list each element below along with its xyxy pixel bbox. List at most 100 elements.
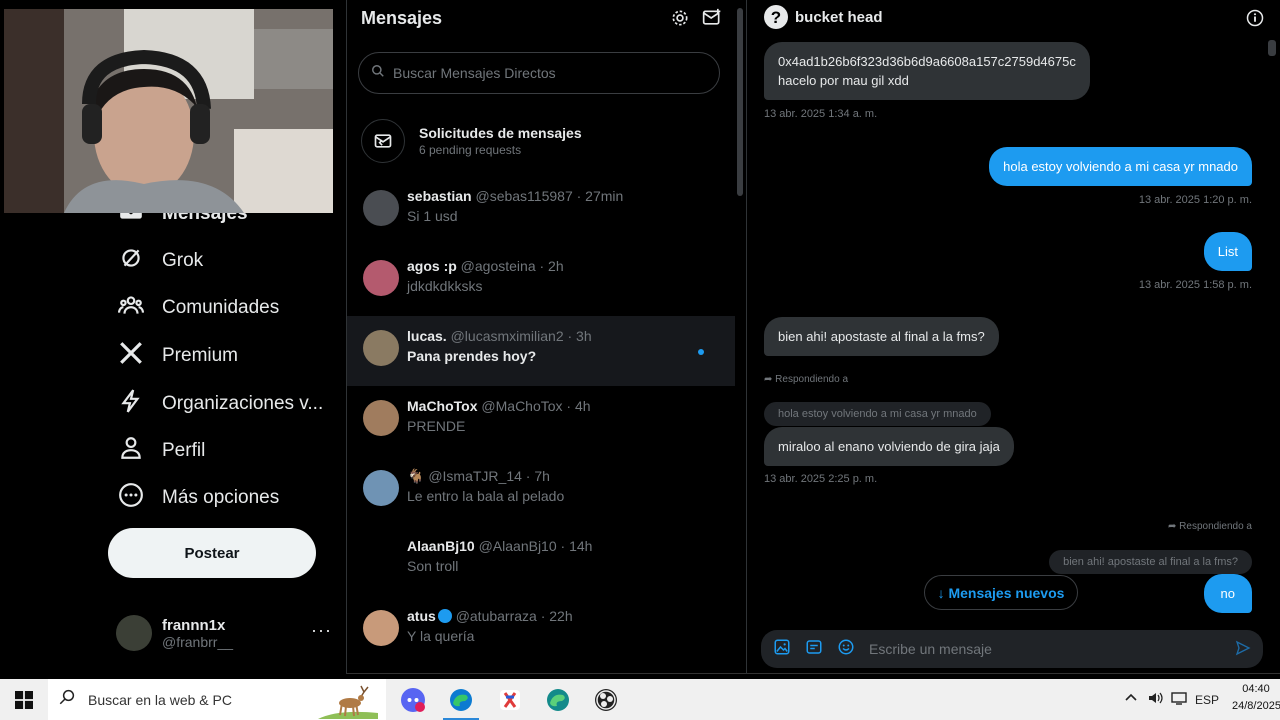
conversation-handle: @atubarraza · 22h	[455, 608, 573, 624]
message-timestamp: 13 abr. 2025 2:25 p. m.	[764, 473, 878, 485]
avatar	[363, 610, 399, 646]
conversation-preview: Son troll	[407, 558, 459, 574]
gear-icon[interactable]	[670, 8, 690, 28]
send-icon[interactable]	[1235, 640, 1251, 661]
conversation-title[interactable]: bucket head	[795, 9, 883, 26]
conversation-name: agos :p	[407, 258, 457, 274]
quoted-message[interactable]: bien ahi! apostaste al final a la fms?	[1049, 550, 1252, 574]
conversation-handle: @agosteina · 2h	[460, 258, 564, 274]
system-clock[interactable]: 04:40 24/8/2025	[1232, 681, 1280, 715]
taskbar-search[interactable]: Buscar en la web & PC	[48, 679, 386, 720]
more-icon[interactable]: ···	[311, 620, 332, 641]
network-icon[interactable]	[1171, 690, 1187, 709]
reply-arrow-icon: ➦	[764, 374, 776, 385]
nav-item-organizations[interactable]: Organizaciones v...	[118, 384, 323, 424]
question-avatar-icon[interactable]: ?	[763, 4, 789, 35]
messages-title: Mensajes	[361, 8, 443, 28]
system-tray: ESP	[1125, 679, 1231, 720]
conversation-name: atus	[407, 608, 436, 624]
discord-app-icon[interactable]	[389, 679, 437, 720]
scrollbar[interactable]	[1268, 40, 1276, 56]
edge-dev-app-icon[interactable]	[534, 679, 582, 720]
conversation-item[interactable]: sebastian @sebas115987 · 27min Si 1 usd	[347, 176, 735, 246]
avatar	[363, 190, 399, 226]
nav-item-profile[interactable]: Perfil	[118, 431, 205, 471]
windows-taskbar: Buscar en la web & PC ESP 04:40 24/8/202…	[0, 679, 1280, 720]
conversation-item[interactable]: 🐐 @IsmaTJR_14 · 7h Le entro la bala al p…	[347, 456, 735, 526]
nav-item-communities[interactable]: Comunidades	[118, 288, 279, 328]
emoji-icon[interactable]	[837, 638, 855, 661]
windows-start-icon[interactable]	[0, 679, 48, 720]
edge-app-icon[interactable]	[437, 679, 485, 720]
message-requests[interactable]: Solicitudes de mensajes 6 pending reques…	[347, 112, 731, 170]
conversation-item[interactable]: atus @atubarraza · 22h Y la quería	[347, 596, 735, 666]
message-input[interactable]	[869, 641, 1219, 657]
verified-badge-icon	[437, 609, 452, 623]
conversation-preview: PRENDE	[407, 418, 466, 434]
unread-dot-icon	[698, 349, 704, 355]
webcam-overlay	[4, 9, 333, 213]
grok-icon	[118, 245, 144, 277]
conversation-item[interactable]: AlaanBj10 @AlaanBj10 · 14h Son troll	[347, 526, 735, 596]
post-button[interactable]: Postear	[108, 528, 316, 578]
conversation-header: ? bucket head	[747, 0, 1280, 36]
person-icon	[118, 435, 144, 467]
conversation-handle: @MaChoTox · 4h	[481, 398, 591, 414]
avatar	[363, 470, 399, 506]
conversation-item-active[interactable]: lucas. @lucasmximilian2 · 3h Pana prende…	[347, 316, 735, 386]
requests-count: 6 pending requests	[419, 143, 522, 157]
volume-icon[interactable]	[1147, 690, 1163, 709]
message-outgoing[interactable]: no	[1203, 574, 1252, 613]
nav-item-grok[interactable]: Grok	[118, 241, 203, 281]
message-incoming[interactable]: miraloo al enano volviendo de gira jaja	[764, 427, 1014, 466]
conversation-name: MaChoTox	[407, 398, 478, 414]
reply-arrow-icon: ➦	[1167, 521, 1180, 532]
account-handle: @franbrr__	[162, 633, 234, 650]
avatar	[116, 615, 152, 651]
message-incoming[interactable]: 0x4ad1b26b6f323d36b6d9a6608a157c2759d467…	[764, 42, 1090, 100]
nav-item-label: Organizaciones v...	[162, 393, 324, 414]
messages-panel: Mensajes Solicitudes de mensajes 6 pendi…	[347, 0, 747, 674]
conversation-preview: Pana prendes hoy?	[407, 348, 537, 364]
message-timestamp: 13 abr. 2025 1:34 a. m.	[764, 108, 878, 120]
search-input[interactable]	[393, 65, 693, 81]
image-icon[interactable]	[773, 638, 791, 661]
conversation-preview: Y la quería	[407, 628, 475, 644]
conversation-item[interactable]: MaChoTox @MaChoTox · 4h PRENDE	[347, 386, 735, 456]
message-composer	[761, 630, 1263, 668]
capcut-app-icon[interactable]	[486, 679, 534, 720]
quoted-message[interactable]: hola estoy volviendo a mi casa yr mnado	[764, 402, 991, 426]
new-message-icon[interactable]	[702, 8, 722, 28]
conversation-handle: @IsmaTJR_14 · 7h	[428, 468, 550, 484]
twitter-app: Mensajes Grok Comunidades Premium Organi…	[4, 0, 1280, 674]
account-switcher[interactable]: frannn1x @franbrr__ ···	[116, 608, 336, 658]
avatar	[363, 540, 399, 576]
message-outgoing[interactable]: List	[1203, 232, 1252, 271]
nav-item-premium[interactable]: Premium	[118, 336, 238, 376]
nav-item-more-options[interactable]: Más opciones	[118, 478, 279, 518]
search-icon	[371, 64, 385, 83]
nav-item-label: Más opciones	[162, 487, 280, 508]
input-language[interactable]: ESP	[1195, 693, 1219, 707]
message-text: 0x4ad1b26b6f323d36b6d9a6608a157c2759d467…	[778, 54, 1076, 69]
search-box[interactable]	[358, 52, 720, 94]
avatar	[363, 260, 399, 296]
message-incoming[interactable]: bien ahi! apostaste al final a la fms?	[764, 317, 999, 356]
scrollbar[interactable]	[737, 8, 743, 196]
info-icon[interactable]	[1246, 9, 1264, 32]
gif-icon[interactable]	[805, 638, 823, 661]
conversation-item[interactable]: agos :p @agosteina · 2h jdkdkdkksks	[347, 246, 735, 316]
more-circle-icon	[118, 482, 144, 514]
message-timestamp: 13 abr. 2025 1:20 p. m.	[1138, 194, 1252, 206]
svg-text:?: ?	[771, 8, 781, 27]
message-outgoing[interactable]: hola estoy volviendo a mi casa yr mnado	[989, 147, 1252, 186]
obs-app-icon[interactable]	[582, 679, 630, 720]
conversation-name: AlaanBj10	[407, 538, 475, 554]
nav-item-label: Premium	[162, 345, 239, 366]
search-icon	[58, 688, 76, 711]
chevron-up-icon[interactable]	[1125, 692, 1137, 707]
conversation-name: lucas.	[407, 328, 447, 344]
conversation-preview: Si 1 usd	[407, 208, 458, 224]
new-messages-button[interactable]: ↓ Mensajes nuevos	[924, 575, 1078, 610]
requests-title: Solicitudes de mensajes	[419, 125, 582, 141]
